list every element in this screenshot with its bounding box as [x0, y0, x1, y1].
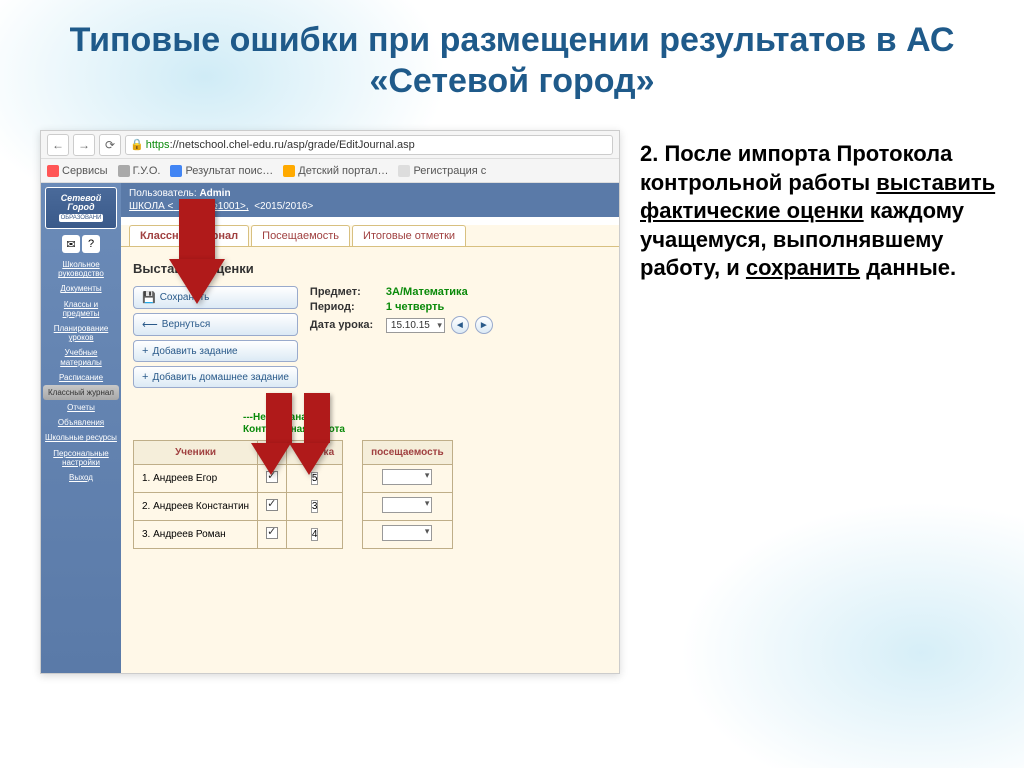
attendance-select[interactable]: [382, 497, 432, 513]
date-next-button[interactable]: ►: [475, 316, 493, 334]
bookmark-apps[interactable]: Сервисы: [47, 165, 108, 177]
annotation-arrow-mark: [289, 393, 345, 503]
main-panel: Пользователь: Admin ШКОЛА < ОШ №1001>, <…: [121, 183, 619, 673]
row-checkbox[interactable]: [266, 527, 278, 539]
plus-icon: +: [142, 345, 148, 357]
date-select[interactable]: 15.10.15: [386, 318, 445, 333]
plus-icon: +: [142, 371, 148, 383]
attendance-select[interactable]: [382, 525, 432, 541]
date-label: Дата урока:: [310, 319, 380, 331]
back-icon: ⟵: [142, 318, 158, 331]
back-button[interactable]: ←: [47, 134, 69, 156]
bookmark-kids[interactable]: Детский портал…: [283, 165, 388, 177]
sidebar-resources[interactable]: Школьные ресурсы: [43, 430, 119, 445]
table-row: 3. Андреев Роман 4: [134, 521, 453, 549]
app-logo: СетевойГород ОБРАЗОВАНИ: [45, 187, 117, 229]
browser-window: ← → ⟳ 🔒 https://netschool.chel-edu.ru/as…: [40, 130, 620, 674]
sidebar-journal[interactable]: Классный журнал: [43, 385, 119, 400]
forward-button[interactable]: →: [73, 134, 95, 156]
back-button[interactable]: ⟵Вернуться: [133, 313, 298, 336]
period-label: Период:: [310, 301, 380, 313]
period-value: 1 четверть: [386, 301, 444, 313]
help-icon[interactable]: ?: [82, 235, 100, 253]
slide-note: 2. После импорта Протокола контрольной р…: [640, 140, 1000, 283]
attendance-select[interactable]: [382, 469, 432, 485]
date-prev-button[interactable]: ◄: [451, 316, 469, 334]
slide-title: Типовые ошибки при размещении результато…: [0, 20, 1024, 102]
browser-toolbar: ← → ⟳ 🔒 https://netschool.chel-edu.ru/as…: [41, 131, 619, 159]
sidebar-classes[interactable]: Классы и предметы: [43, 297, 119, 321]
subject-value: 3А/Математика: [386, 286, 468, 298]
bookmark-reg[interactable]: Регистрация с: [398, 165, 486, 177]
address-bar[interactable]: 🔒 https://netschool.chel-edu.ru/asp/grad…: [125, 135, 613, 155]
sidebar-schedule[interactable]: Расписание: [43, 370, 119, 385]
reload-button[interactable]: ⟳: [99, 134, 121, 156]
sidebar: СетевойГород ОБРАЗОВАНИ ✉ ? Школьное рук…: [41, 183, 121, 673]
subject-label: Предмет:: [310, 286, 380, 298]
tab-final[interactable]: Итоговые отметки: [352, 225, 466, 246]
sidebar-settings[interactable]: Персональные настройки: [43, 446, 119, 470]
grade-input[interactable]: 4: [311, 528, 319, 541]
sidebar-exit[interactable]: Выход: [43, 470, 119, 485]
bookmarks-bar: Сервисы Г.У.О. Результат поис… Детский п…: [41, 159, 619, 183]
col-attendance: посещаемость: [363, 441, 453, 465]
add-homework-button[interactable]: +Добавить домашнее задание: [133, 366, 298, 388]
sidebar-reports[interactable]: Отчеты: [43, 400, 119, 415]
sidebar-planning[interactable]: Планирование уроков: [43, 321, 119, 345]
app-area: СетевойГород ОБРАЗОВАНИ ✉ ? Школьное рук…: [41, 183, 619, 673]
sidebar-school-mgmt[interactable]: Школьное руководство: [43, 257, 119, 281]
tab-attendance[interactable]: Посещаемость: [251, 225, 350, 246]
sidebar-materials[interactable]: Учебные материалы: [43, 345, 119, 369]
add-task-button[interactable]: +Добавить задание: [133, 340, 298, 362]
sidebar-announcements[interactable]: Объявления: [43, 415, 119, 430]
sidebar-documents[interactable]: Документы: [43, 281, 119, 296]
bookmark-search[interactable]: Результат поис…: [170, 165, 273, 177]
mail-icon[interactable]: ✉: [62, 235, 80, 253]
annotation-arrow-save: [169, 199, 225, 309]
bookmark-guo[interactable]: Г.У.О.: [118, 165, 161, 177]
col-students: Ученики: [134, 441, 258, 465]
save-icon: 💾: [142, 291, 156, 304]
